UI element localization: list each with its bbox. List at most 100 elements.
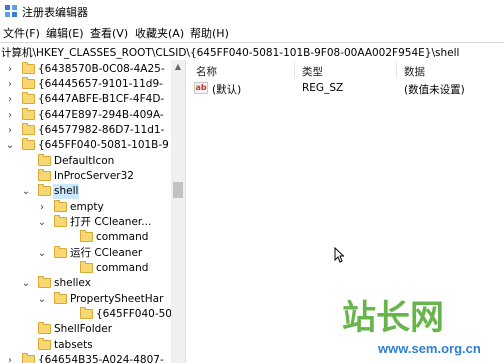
chevron-right-icon[interactable]: › xyxy=(4,93,16,106)
folder-icon xyxy=(22,353,35,363)
tree-item-label: {6447E897-294B-409A- xyxy=(38,109,164,121)
tree-item-selected[interactable]: ⌄ shell xyxy=(0,184,170,199)
chevron-right-icon[interactable]: › xyxy=(4,63,16,76)
tree-item[interactable]: InProcServer32 xyxy=(0,169,170,184)
tree-item-label: {64445657-9101-11d9- xyxy=(38,78,163,90)
folder-icon xyxy=(22,62,35,74)
menu-view[interactable]: 查看(V) xyxy=(90,25,128,41)
regedit-icon xyxy=(5,5,17,17)
column-header-type[interactable]: 类型 xyxy=(302,64,323,79)
chevron-down-icon[interactable]: ⌄ xyxy=(36,216,48,229)
chevron-down-icon[interactable]: ⌄ xyxy=(4,139,16,152)
string-value-icon: ab xyxy=(194,82,208,94)
column-divider[interactable] xyxy=(396,62,397,78)
column-header-name[interactable]: 名称 xyxy=(196,64,217,79)
tree-item[interactable]: ShellFolder xyxy=(0,322,170,337)
chevron-down-icon[interactable]: ⌄ xyxy=(36,247,48,260)
tree-item-label: empty xyxy=(70,201,104,213)
tree-item[interactable]: › empty xyxy=(0,200,170,215)
tree-item-label: {6447ABFE-B1CF-4F4D- xyxy=(38,93,165,105)
tree-item-label: ShellFolder xyxy=(54,323,113,335)
folder-icon xyxy=(38,338,51,350)
tree-item[interactable]: command xyxy=(0,230,170,245)
folder-icon xyxy=(22,92,35,104)
folder-icon xyxy=(22,108,35,120)
tree-item-label: {64654B35-A024-4807- xyxy=(38,354,164,363)
folder-icon xyxy=(80,261,93,273)
tree-item[interactable]: ⌄ PropertySheetHar xyxy=(0,292,170,307)
tree-item[interactable]: {645FF040-508 xyxy=(0,307,179,322)
folder-icon xyxy=(38,322,51,334)
tree-item-label: 打开 CCleaner... xyxy=(70,216,152,228)
column-divider[interactable] xyxy=(294,62,295,78)
folder-icon xyxy=(22,138,35,150)
value-type: REG_SZ xyxy=(302,82,344,94)
title-bar: 注册表编辑器 xyxy=(0,0,504,22)
tree-item[interactable]: ⌄ shellex xyxy=(0,276,170,291)
address-path[interactable]: 计算机\HKEY_CLASSES_ROOT\CLSID\{645FF040-50… xyxy=(1,45,459,60)
tree-item[interactable]: › {64577982-86D7-11d1- xyxy=(0,123,170,138)
tree-item-label: InProcServer32 xyxy=(54,170,134,182)
value-row[interactable]: ab (默认) REG_SZ (数值未设置) xyxy=(186,80,504,97)
tree-item-label: {6438570B-0C08-4A25- xyxy=(38,63,165,75)
chevron-right-icon[interactable]: › xyxy=(4,78,16,91)
scrollbar-thumb[interactable] xyxy=(173,182,183,198)
menu-bar: 文件(F) 编辑(E) 查看(V) 收藏夹(A) 帮助(H) xyxy=(0,22,504,42)
watermark-url: www.sem.org.cn xyxy=(378,341,481,356)
tree-scrollbar[interactable]: ▲ xyxy=(171,60,185,363)
tree-item-label: {64577982-86D7-11d1- xyxy=(38,124,165,136)
tree-item-label: PropertySheetHar xyxy=(70,293,164,305)
watermark: 站长网 www.sem.org.cn xyxy=(262,288,504,363)
tree-item[interactable]: ⌄ 打开 CCleaner... xyxy=(0,215,170,230)
folder-icon xyxy=(22,77,35,89)
scroll-up-icon[interactable]: ▲ xyxy=(171,60,185,74)
chevron-right-icon[interactable]: › xyxy=(4,109,16,122)
tree-item[interactable]: › {64654B35-A024-4807- xyxy=(0,353,170,363)
menu-file[interactable]: 文件(F) xyxy=(3,25,40,41)
folder-icon xyxy=(22,123,35,135)
chevron-down-icon[interactable]: ⌄ xyxy=(36,293,48,306)
mouse-cursor-icon xyxy=(334,247,344,263)
key-tree[interactable]: › {6438570B-0C08-4A25- › {64445657-9101-… xyxy=(0,60,186,363)
address-bar[interactable]: 计算机\HKEY_CLASSES_ROOT\CLSID\{645FF040-50… xyxy=(0,42,504,61)
menu-help[interactable]: 帮助(H) xyxy=(190,25,229,41)
folder-icon xyxy=(38,184,51,196)
tree-item-label: command xyxy=(96,231,149,243)
chevron-right-icon[interactable]: › xyxy=(4,124,16,137)
tree-item[interactable]: › {6447E897-294B-409A- xyxy=(0,108,170,123)
tree-item[interactable]: › {6447ABFE-B1CF-4F4D- xyxy=(0,92,170,107)
folder-icon xyxy=(38,154,51,166)
tree-item[interactable]: command xyxy=(0,261,170,276)
folder-icon xyxy=(54,215,67,227)
tree-item-label: {645FF040-5081-101B-9 xyxy=(38,139,169,151)
chevron-right-icon[interactable]: › xyxy=(36,201,48,214)
folder-icon xyxy=(38,169,51,181)
window-title: 注册表编辑器 xyxy=(22,6,88,19)
tree-item-label: DefaultIcon xyxy=(54,155,115,167)
tree-item[interactable]: DefaultIcon xyxy=(0,154,170,169)
tree-item[interactable]: ⌄ 运行 CCleaner xyxy=(0,246,170,261)
chevron-down-icon[interactable]: ⌄ xyxy=(20,185,32,198)
tree-item[interactable]: tabsets xyxy=(0,338,170,353)
tree-item-label: tabsets xyxy=(54,339,93,351)
tree-item-label: {645FF040-508 xyxy=(96,308,179,320)
tree-item[interactable]: › {6438570B-0C08-4A25- xyxy=(0,62,170,77)
tree-item-label: shellex xyxy=(54,277,91,289)
value-data: (数值未设置) xyxy=(404,84,465,96)
tree-item[interactable]: ⌄ {645FF040-5081-101B-9 xyxy=(0,138,170,153)
watermark-logo: 站长网 xyxy=(342,298,444,338)
tree-item-label: shell xyxy=(53,184,80,199)
tree-item-label: 运行 CCleaner xyxy=(70,247,143,259)
folder-icon xyxy=(38,276,51,288)
tree-item[interactable]: › {64445657-9101-11d9- xyxy=(0,77,170,92)
folder-icon xyxy=(54,292,67,304)
folder-icon xyxy=(80,230,93,242)
chevron-down-icon[interactable]: ⌄ xyxy=(20,277,32,290)
menu-edit[interactable]: 编辑(E) xyxy=(46,25,84,41)
folder-icon xyxy=(54,246,67,258)
menu-favorites[interactable]: 收藏夹(A) xyxy=(135,25,184,41)
chevron-right-icon[interactable]: › xyxy=(4,354,16,363)
folder-icon xyxy=(54,200,67,212)
column-header-data[interactable]: 数据 xyxy=(404,64,425,79)
folder-icon xyxy=(80,307,93,319)
